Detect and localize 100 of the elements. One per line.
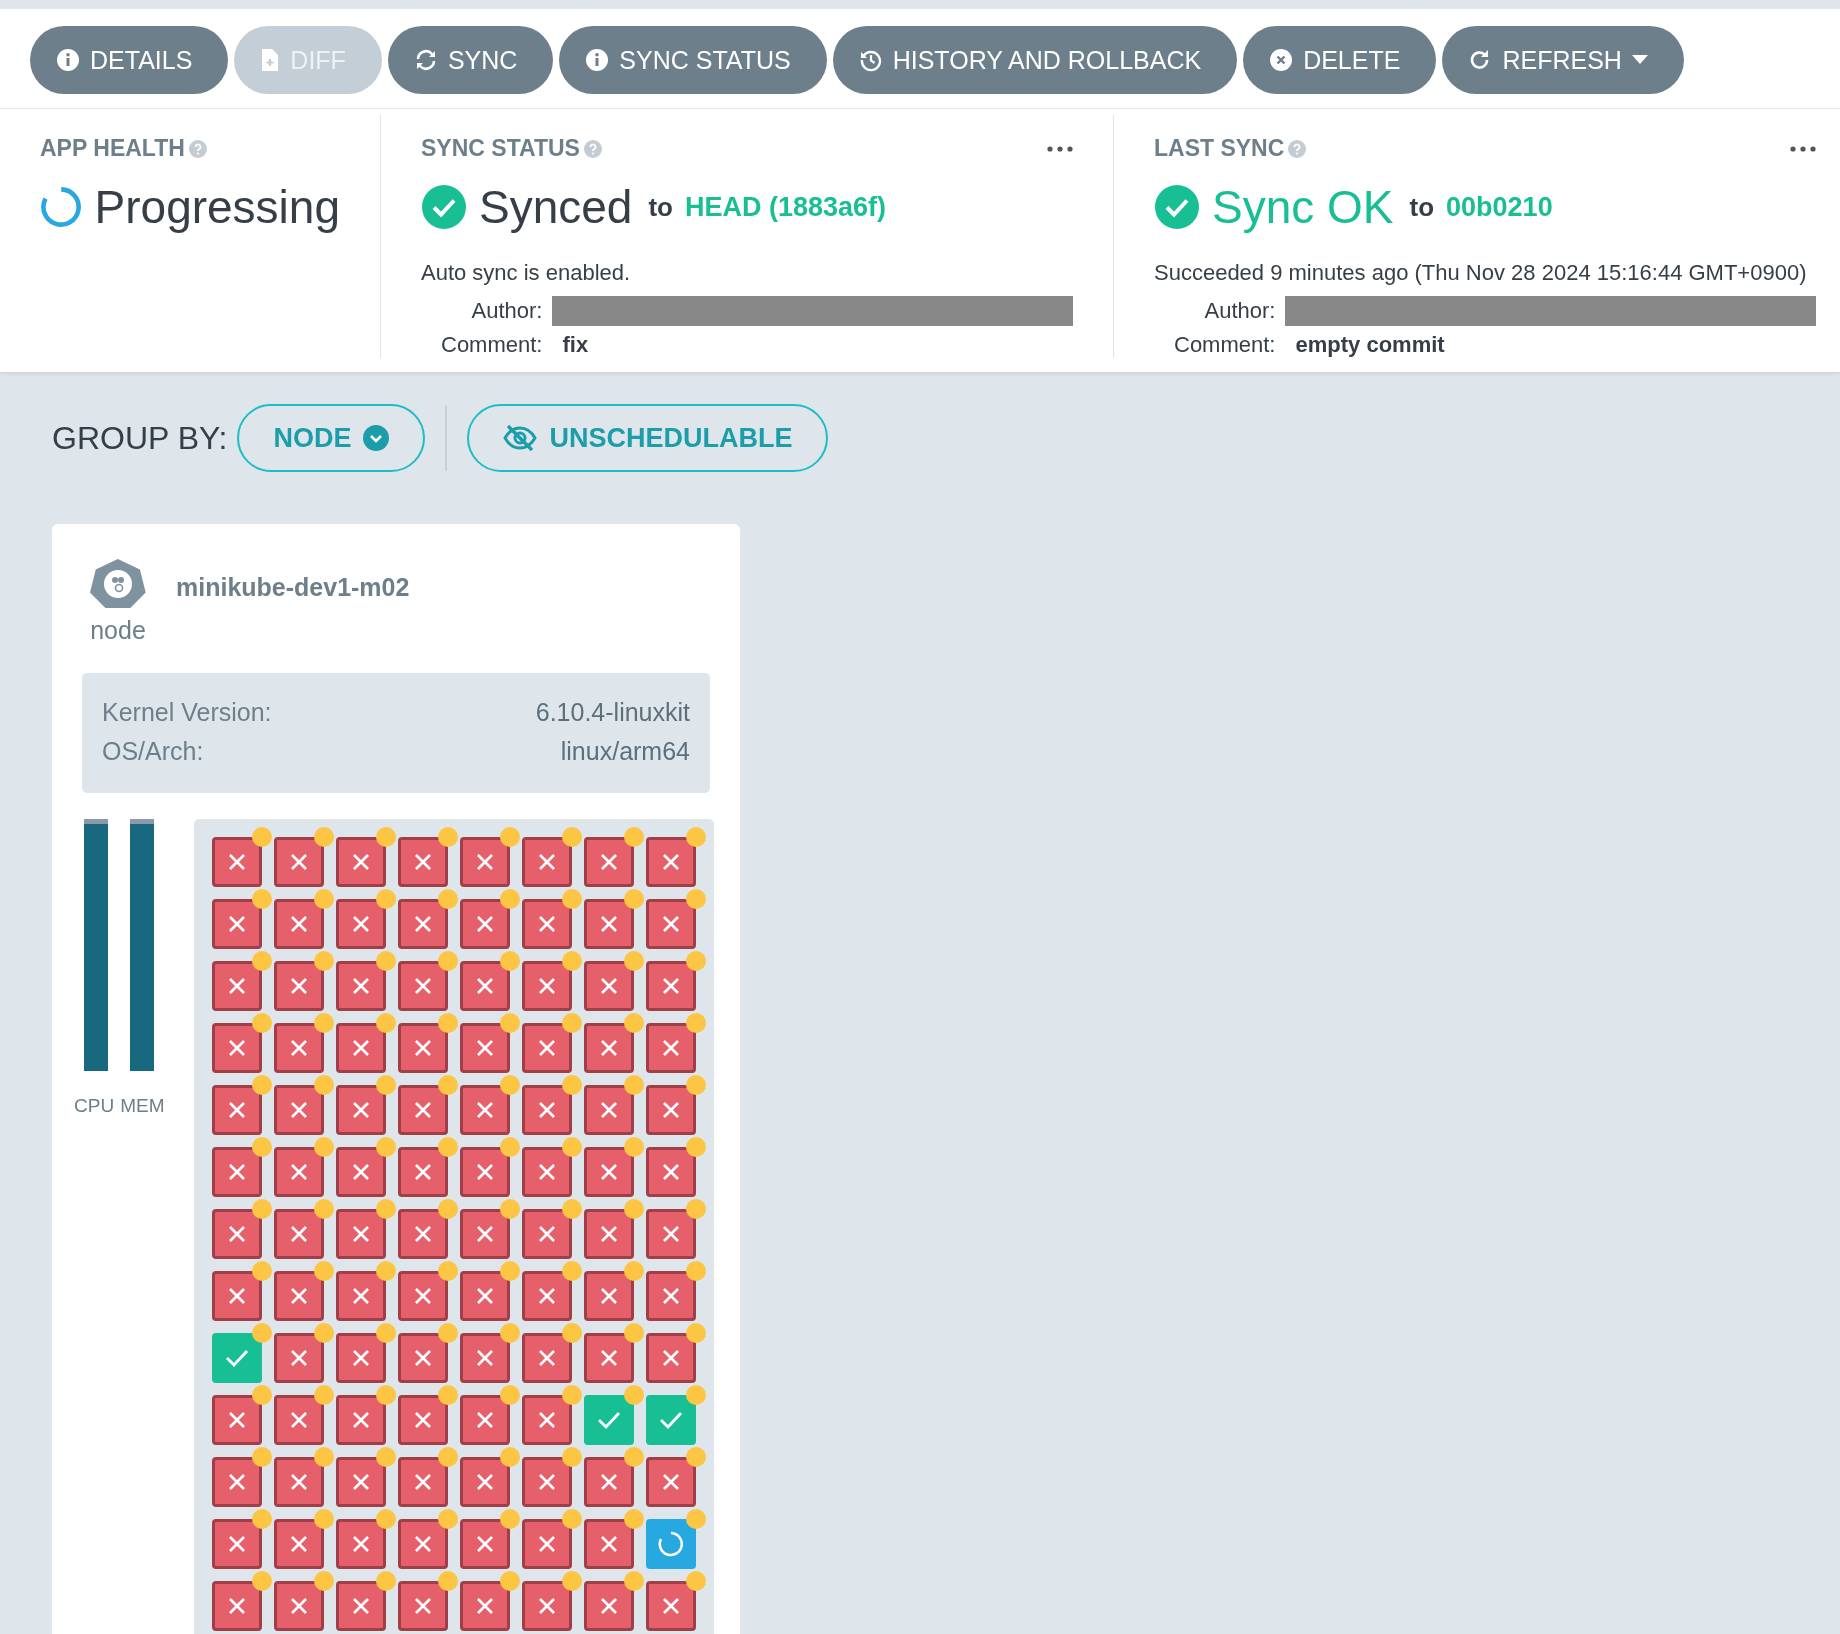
pod-tile[interactable] [212, 1147, 263, 1197]
revision-link[interactable]: 00b0210 [1446, 191, 1553, 223]
pod-tile[interactable] [274, 1395, 325, 1445]
pod-tile[interactable] [274, 1333, 325, 1383]
pod-tile[interactable] [522, 1333, 573, 1383]
pod-tile[interactable] [460, 1271, 511, 1321]
pod-tile[interactable] [212, 1395, 263, 1445]
pod-tile[interactable] [336, 1457, 387, 1507]
pod-tile[interactable] [460, 837, 511, 887]
toolbar-button[interactable]: REFRESH [1442, 26, 1684, 94]
pod-tile[interactable] [274, 1085, 325, 1135]
pod-tile[interactable] [336, 1271, 387, 1321]
pod-tile[interactable] [274, 1147, 325, 1197]
pod-tile[interactable] [522, 1209, 573, 1259]
pod-tile[interactable] [584, 1085, 635, 1135]
pod-tile[interactable] [460, 1395, 511, 1445]
pod-tile[interactable] [212, 961, 263, 1011]
pod-tile[interactable] [398, 1271, 449, 1321]
pod-tile[interactable] [522, 1023, 573, 1073]
pod-tile[interactable] [336, 837, 387, 887]
pod-tile[interactable] [460, 961, 511, 1011]
pod-tile[interactable] [460, 1147, 511, 1197]
pod-tile[interactable] [212, 1085, 263, 1135]
pod-tile[interactable] [398, 1395, 449, 1445]
pod-tile[interactable] [398, 1085, 449, 1135]
pod-tile[interactable] [274, 1457, 325, 1507]
pod-tile[interactable] [646, 899, 697, 949]
pod-tile[interactable] [522, 1581, 573, 1631]
unschedulable-toggle[interactable]: UNSCHEDULABLE [467, 404, 829, 472]
pod-tile[interactable] [646, 1085, 697, 1135]
pod-tile[interactable] [460, 1085, 511, 1135]
pod-tile[interactable] [584, 1395, 635, 1445]
pod-tile[interactable] [336, 1085, 387, 1135]
pod-tile[interactable] [212, 1457, 263, 1507]
pod-tile[interactable] [522, 1519, 573, 1569]
pod-tile[interactable] [336, 1209, 387, 1259]
pod-tile[interactable] [274, 961, 325, 1011]
toolbar-button[interactable]: DETAILS [30, 26, 229, 94]
pod-tile[interactable] [460, 1023, 511, 1073]
pod-tile[interactable] [398, 1333, 449, 1383]
pod-tile[interactable] [336, 961, 387, 1011]
pod-tile[interactable] [274, 1271, 325, 1321]
pod-tile[interactable] [522, 961, 573, 1011]
pod-tile[interactable] [336, 1581, 387, 1631]
revision-link[interactable]: HEAD (1883a6f) [685, 191, 887, 223]
pod-tile[interactable] [398, 1581, 449, 1631]
pod-tile[interactable] [460, 1519, 511, 1569]
pod-tile[interactable] [212, 1519, 263, 1569]
pod-tile[interactable] [398, 1147, 449, 1197]
pod-tile[interactable] [522, 837, 573, 887]
more-icon[interactable] [1047, 145, 1073, 152]
pod-tile[interactable] [646, 1271, 697, 1321]
pod-tile[interactable] [522, 1271, 573, 1321]
pod-tile[interactable] [646, 837, 697, 887]
pod-tile[interactable] [212, 1333, 263, 1383]
pod-tile[interactable] [522, 1085, 573, 1135]
pod-tile[interactable] [584, 1457, 635, 1507]
toolbar-button[interactable]: SYNC STATUS [559, 26, 827, 94]
pod-tile[interactable] [584, 1209, 635, 1259]
pod-tile[interactable] [646, 1209, 697, 1259]
pod-tile[interactable] [646, 1581, 697, 1631]
pod-tile[interactable] [398, 1209, 449, 1259]
pod-tile[interactable] [522, 1395, 573, 1445]
more-icon[interactable] [1790, 145, 1816, 152]
pod-tile[interactable] [336, 899, 387, 949]
pod-tile[interactable] [584, 1023, 635, 1073]
pod-tile[interactable] [336, 1333, 387, 1383]
pod-tile[interactable] [646, 961, 697, 1011]
pod-tile[interactable] [584, 1581, 635, 1631]
pod-tile[interactable] [522, 1147, 573, 1197]
pod-tile[interactable] [212, 899, 263, 949]
pod-tile[interactable] [460, 1209, 511, 1259]
pod-tile[interactable] [398, 1457, 449, 1507]
pod-tile[interactable] [336, 1519, 387, 1569]
pod-tile[interactable] [212, 1271, 263, 1321]
pod-tile[interactable] [584, 837, 635, 887]
pod-tile[interactable] [274, 1581, 325, 1631]
pod-tile[interactable] [460, 1581, 511, 1631]
pod-tile[interactable] [460, 899, 511, 949]
pod-tile[interactable] [522, 1457, 573, 1507]
toolbar-button[interactable]: SYNC [387, 26, 554, 94]
pod-tile[interactable] [274, 1209, 325, 1259]
pod-tile[interactable] [212, 1023, 263, 1073]
pod-tile[interactable] [398, 1023, 449, 1073]
pod-tile[interactable] [212, 837, 263, 887]
pod-tile[interactable] [584, 1271, 635, 1321]
pod-tile[interactable] [274, 1519, 325, 1569]
pod-tile[interactable] [646, 1333, 697, 1383]
pod-tile[interactable] [460, 1333, 511, 1383]
pod-tile[interactable] [460, 1457, 511, 1507]
pod-tile[interactable] [646, 1395, 697, 1445]
pod-tile[interactable] [646, 1023, 697, 1073]
pod-tile[interactable] [212, 1209, 263, 1259]
pod-tile[interactable] [398, 837, 449, 887]
pod-tile[interactable] [274, 837, 325, 887]
pod-tile[interactable] [646, 1457, 697, 1507]
pod-tile[interactable] [212, 1581, 263, 1631]
pod-tile[interactable] [336, 1395, 387, 1445]
pod-tile[interactable] [646, 1147, 697, 1197]
pod-tile[interactable] [584, 1333, 635, 1383]
